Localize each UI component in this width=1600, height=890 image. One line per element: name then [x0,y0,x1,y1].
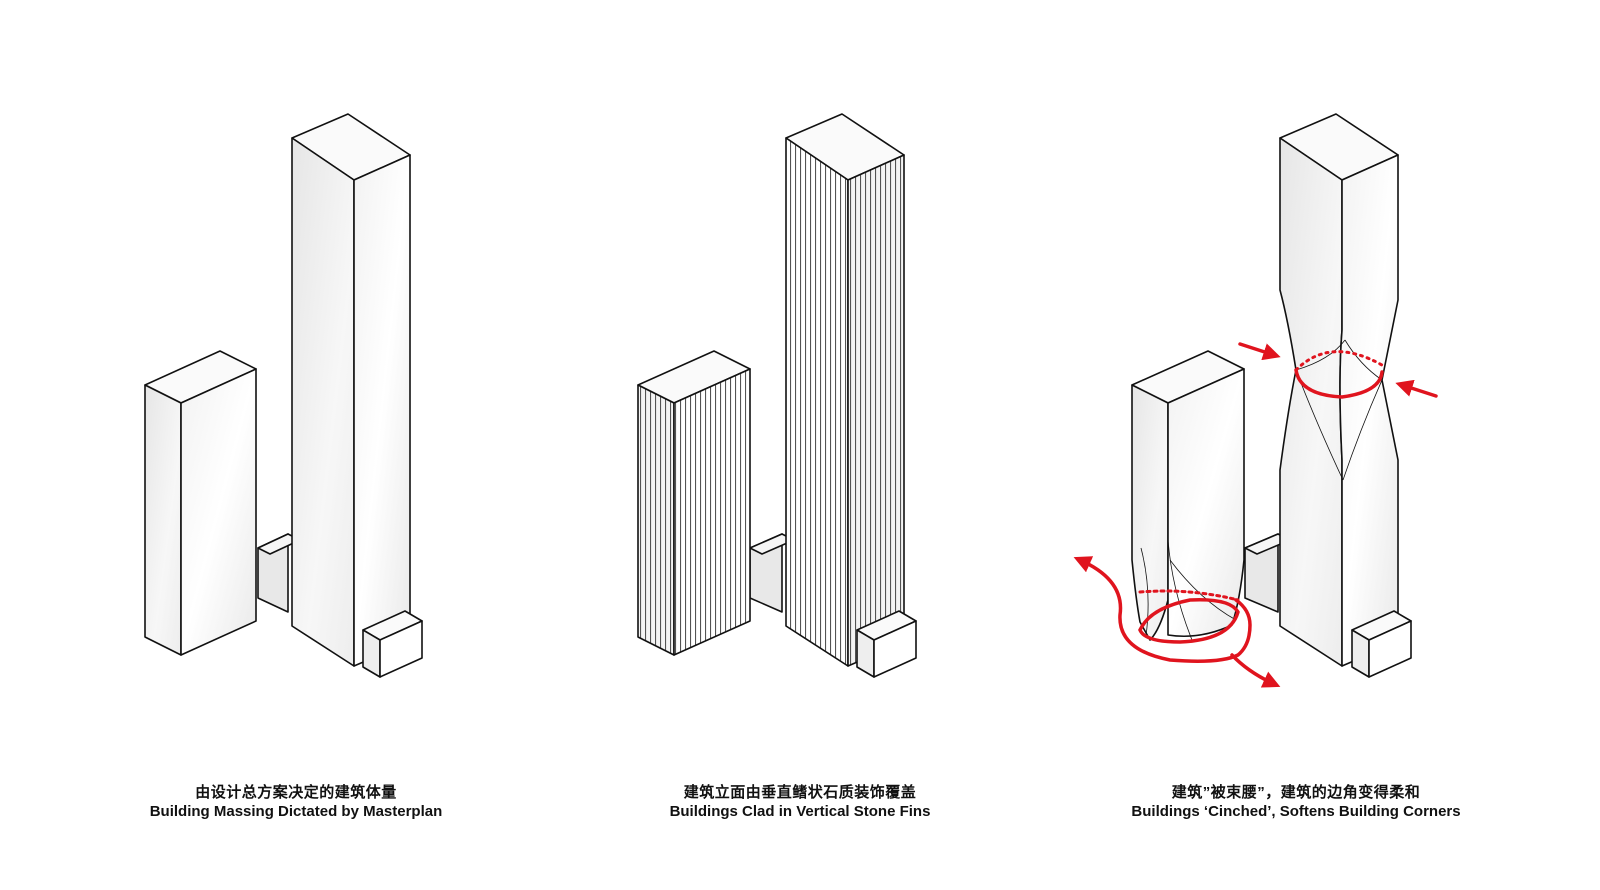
caption-en: Building Massing Dictated by Masterplan [149,803,443,820]
caption-massing: 由设计总方案决定的建筑体量 Building Massing Dictated … [76,783,516,821]
arrow-in-right [1395,379,1438,398]
caption-en: Buildings ‘Cinched’, Softens Building Co… [1131,803,1461,820]
caption-en: Buildings Clad in Vertical Stone Fins [669,803,931,820]
caption-zh: 由设计总方案决定的建筑体量 [195,784,397,801]
caption-stone-fins: 建筑立面由垂直鳍状石质装饰覆盖 Buildings Clad in Vertic… [580,783,1020,821]
panel-stone-fins [637,113,917,678]
panel-massing [144,113,423,678]
tall-tower-fins [785,113,905,667]
caption-cinched: 建筑”被束腰”，建筑的边角变得柔和 Buildings ‘Cinched’, S… [1076,783,1516,821]
caption-zh: 建筑”被束腰”，建筑的边角变得柔和 [1171,784,1421,801]
arrow-in-left [1238,342,1281,361]
arrow-out-bottom [1230,653,1281,688]
panel-cinched [1073,113,1438,688]
tall-tower-cinched [1279,113,1399,667]
short-tower [144,350,257,656]
tall-tower [291,113,411,667]
caption-zh: 建筑立面由垂直鳍状石质装饰覆盖 [683,784,917,801]
diagram-canvas [144,113,1438,688]
short-tower-fins [637,350,751,656]
